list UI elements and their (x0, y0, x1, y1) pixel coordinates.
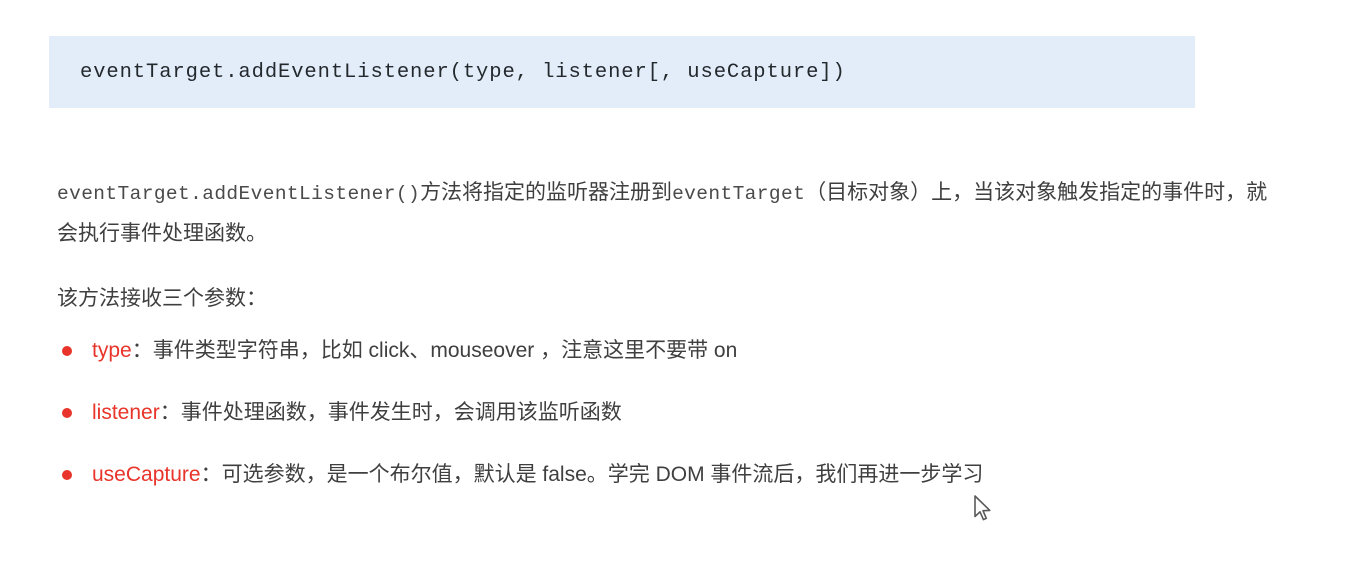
list-item-content: useCapture：可选参数，是一个布尔值，默认是 false。学完 DOM … (92, 460, 983, 490)
param-description: 可选参数，是一个布尔值，默认是 false。学完 DOM 事件流后，我们再进一步… (221, 463, 984, 486)
parameter-list: type：事件类型字符串，比如 click、mouseover ，注意这里不要带… (57, 320, 1297, 506)
code-signature-text: eventTarget.addEventListener(type, liste… (80, 60, 846, 84)
params-heading: 该方法接收三个参数： (57, 287, 267, 310)
list-item-content: listener：事件处理函数，事件发生时，会调用该监听函数 (92, 398, 622, 428)
param-separator: ： (131, 339, 153, 362)
list-item: listener：事件处理函数，事件发生时，会调用该监听函数 (57, 382, 1297, 444)
param-separator: ： (159, 401, 181, 424)
param-keyword: useCapture (92, 463, 201, 486)
intro-paragraph: eventTarget.addEventListener()方法将指定的监听器注… (57, 173, 1272, 254)
inline-code-method: eventTarget.addEventListener() (57, 183, 421, 205)
code-signature-block: eventTarget.addEventListener(type, liste… (49, 36, 1195, 108)
param-description: 事件处理函数，事件发生时，会调用该监听函数 (180, 401, 622, 424)
list-item: useCapture：可选参数，是一个布尔值，默认是 false。学完 DOM … (57, 444, 1297, 506)
param-separator: ： (200, 463, 222, 486)
bullet-dot-icon (62, 470, 72, 480)
param-keyword: type (92, 339, 132, 362)
document-page: eventTarget.addEventListener(type, liste… (0, 0, 1366, 571)
list-item: type：事件类型字符串，比如 click、mouseover ，注意这里不要带… (57, 320, 1297, 382)
list-item-content: type：事件类型字符串，比如 click、mouseover ，注意这里不要带… (92, 336, 737, 366)
bullet-dot-icon (62, 346, 72, 356)
param-keyword: listener (92, 401, 160, 424)
bullet-dot-icon (62, 408, 72, 418)
inline-code-eventtarget: eventTarget (672, 183, 806, 205)
param-description: 事件类型字符串，比如 click、mouseover ，注意这里不要带 on (152, 339, 738, 362)
intro-text-middle: 方法将指定的监听器注册到 (420, 181, 673, 204)
